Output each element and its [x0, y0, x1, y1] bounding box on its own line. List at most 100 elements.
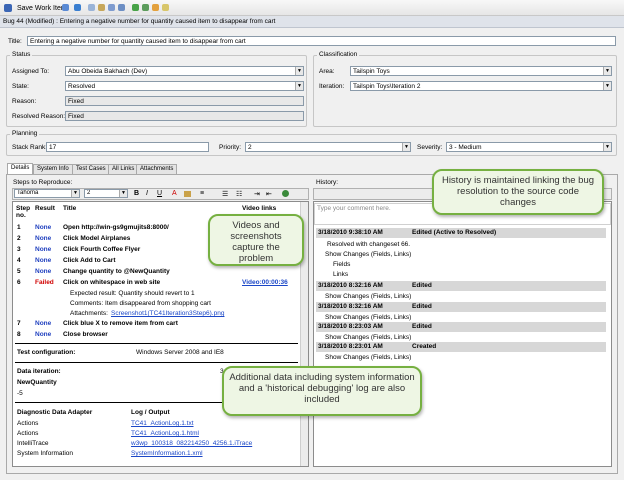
video-link[interactable]: Video:00:00:36: [242, 279, 288, 286]
assigned-to-value: Abu Obeida Bakhach (Dev): [68, 68, 148, 75]
step-header-2: no.: [16, 212, 26, 219]
history-entry-header[interactable]: 3/18/2010 9:38:10 AM Edited (Active to Re…: [316, 228, 606, 238]
chevron-down-icon[interactable]: ▼: [71, 190, 79, 197]
log-link[interactable]: TC41_ActionLog.1.txt: [131, 420, 194, 427]
step-title: Click on whitespace in web site: [63, 279, 161, 286]
chevron-down-icon[interactable]: ▼: [119, 190, 127, 197]
show-changes-link[interactable]: Show Changes (Fields, Links): [325, 314, 411, 321]
reason-label: Reason:: [12, 98, 37, 105]
bullets-icon[interactable]: ☰: [222, 190, 228, 198]
chevron-down-icon[interactable]: ▼: [603, 143, 611, 151]
paste-icon[interactable]: [98, 4, 105, 11]
history-entry-header[interactable]: 3/18/2010 8:32:16 AM Edited: [316, 302, 606, 312]
iteration-label: Iteration:: [319, 83, 345, 90]
font-size-dropdown[interactable]: 2 ▼: [84, 189, 128, 198]
attach-icon[interactable]: [152, 4, 159, 11]
italic-icon[interactable]: I: [146, 190, 148, 197]
step-comments: Comments: Item disappeared from shopping…: [70, 300, 211, 307]
test-configuration-label: Test configuration:: [17, 349, 76, 356]
area-label: Area:: [319, 68, 335, 75]
history-date: 3/18/2010 8:32:16 AM: [318, 303, 383, 310]
videos-callout: Videos and screenshots capture the probl…: [208, 214, 304, 266]
show-changes-link[interactable]: Show Changes (Fields, Links): [325, 354, 411, 361]
parameter-value: -5: [17, 390, 23, 397]
history-date: 3/18/2010 8:23:01 AM: [318, 343, 383, 350]
history-entry-header[interactable]: 3/18/2010 8:32:16 AM Edited: [316, 281, 606, 291]
mail-icon[interactable]: [162, 4, 169, 11]
step-number: 4: [17, 257, 21, 264]
chevron-down-icon[interactable]: ▼: [603, 82, 611, 90]
history-entry-header[interactable]: 3/18/2010 8:23:01 AM Created: [316, 342, 606, 352]
history-action: Edited: [412, 282, 432, 289]
copy-icon[interactable]: [88, 4, 95, 11]
log-link[interactable]: SystemInformation.1.xml: [131, 450, 203, 457]
history-action: Edited: [412, 323, 432, 330]
chevron-down-icon[interactable]: ▼: [402, 143, 410, 151]
align-icon[interactable]: ≡: [200, 190, 204, 197]
save-label: Save Work Item: [17, 4, 67, 12]
title-header: Title: [63, 205, 77, 212]
indent-icon[interactable]: ⇥: [254, 190, 260, 198]
chevron-down-icon[interactable]: ▼: [295, 82, 303, 90]
toolbar: Save Work Item: [0, 0, 624, 16]
font-color-icon[interactable]: A: [172, 190, 177, 197]
screenshot-attachment-link[interactable]: Screenshot1(TC41Iteration3Step6).png: [111, 310, 224, 317]
video-links-header: Video links: [242, 205, 277, 212]
planning-group-label: Planning: [10, 130, 40, 137]
step-result: None: [35, 235, 52, 242]
title-field[interactable]: Entering a negative number for quantity …: [27, 36, 616, 46]
expected-result: Expected result: Quantity should revert …: [70, 290, 195, 297]
state-label: State:: [12, 83, 29, 90]
run-icon[interactable]: [132, 4, 139, 11]
links-node[interactable]: Links: [333, 271, 348, 278]
assigned-to-dropdown[interactable]: Abu Obeida Bakhach (Dev) ▼: [65, 66, 304, 76]
resolved-reason-field: Fixed: [65, 111, 304, 121]
font-dropdown[interactable]: Tahoma ▼: [14, 189, 80, 198]
parameter-name: NewQuantity: [17, 379, 57, 386]
step-result: None: [35, 331, 52, 338]
underline-icon[interactable]: U: [157, 190, 162, 197]
link-icon[interactable]: [108, 4, 115, 11]
show-changes-link[interactable]: Show Changes (Fields, Links): [325, 293, 411, 300]
area-dropdown[interactable]: Tailspin Toys ▼: [350, 66, 612, 76]
undo-icon[interactable]: [74, 4, 81, 11]
step-header: Step: [16, 205, 31, 212]
priority-dropdown[interactable]: 2 ▼: [245, 142, 411, 152]
log-link[interactable]: TC41_ActionLog.1.html: [131, 430, 199, 437]
intellitrace-log-link[interactable]: w3wp_100318_082214250_4256.1.iTrace: [131, 440, 252, 447]
iteration-dropdown[interactable]: Tailspin Toys\Iteration 2 ▼: [350, 81, 612, 91]
step-result: None: [35, 246, 52, 253]
history-entry-header[interactable]: 3/18/2010 8:23:03 AM Edited: [316, 322, 606, 332]
save-work-item-button[interactable]: Save Work Item: [2, 2, 69, 14]
stack-rank-field[interactable]: 17: [46, 142, 209, 152]
highlight-icon[interactable]: [184, 191, 191, 197]
new-item-icon[interactable]: [118, 4, 125, 11]
state-dropdown[interactable]: Resolved ▼: [65, 81, 304, 91]
show-changes-link[interactable]: Show Changes (Fields, Links): [325, 251, 411, 258]
history-date: 3/18/2010 8:23:03 AM: [318, 323, 383, 330]
show-changes-link[interactable]: Show Changes (Fields, Links): [325, 334, 411, 341]
step-title: Open http://win-gs9gmujits8:8000/: [63, 224, 169, 231]
history-date: 3/18/2010 8:32:16 AM: [318, 282, 383, 289]
fields-node[interactable]: Fields: [333, 261, 350, 268]
step-result: None: [35, 320, 52, 327]
insert-link-icon[interactable]: [282, 190, 289, 197]
bold-icon[interactable]: B: [134, 190, 139, 197]
step-number: 2: [17, 235, 21, 242]
numbering-icon[interactable]: ☷: [236, 190, 242, 198]
severity-dropdown[interactable]: 3 - Medium ▼: [446, 142, 612, 152]
adapter-name: IntelliTrace: [17, 440, 49, 447]
chevron-down-icon[interactable]: ▼: [295, 67, 303, 75]
step-title: Click Model Airplanes: [63, 235, 131, 242]
chevron-down-icon[interactable]: ▼: [603, 67, 611, 75]
refresh-icon[interactable]: [62, 4, 69, 11]
status-group-label: Status: [10, 51, 33, 58]
open-icon[interactable]: [142, 4, 149, 11]
history-date: 3/18/2010 9:38:10 AM: [318, 229, 383, 236]
classification-group-label: Classification: [317, 51, 360, 58]
step-title: Click blue X to remove item from cart: [63, 320, 178, 327]
outdent-icon[interactable]: ⇤: [266, 190, 272, 198]
step-number: 1: [17, 224, 21, 231]
step-number: 5: [17, 268, 21, 275]
work-item-title-bar: Bug 44 (Modified) : Entering a negative …: [0, 16, 624, 28]
